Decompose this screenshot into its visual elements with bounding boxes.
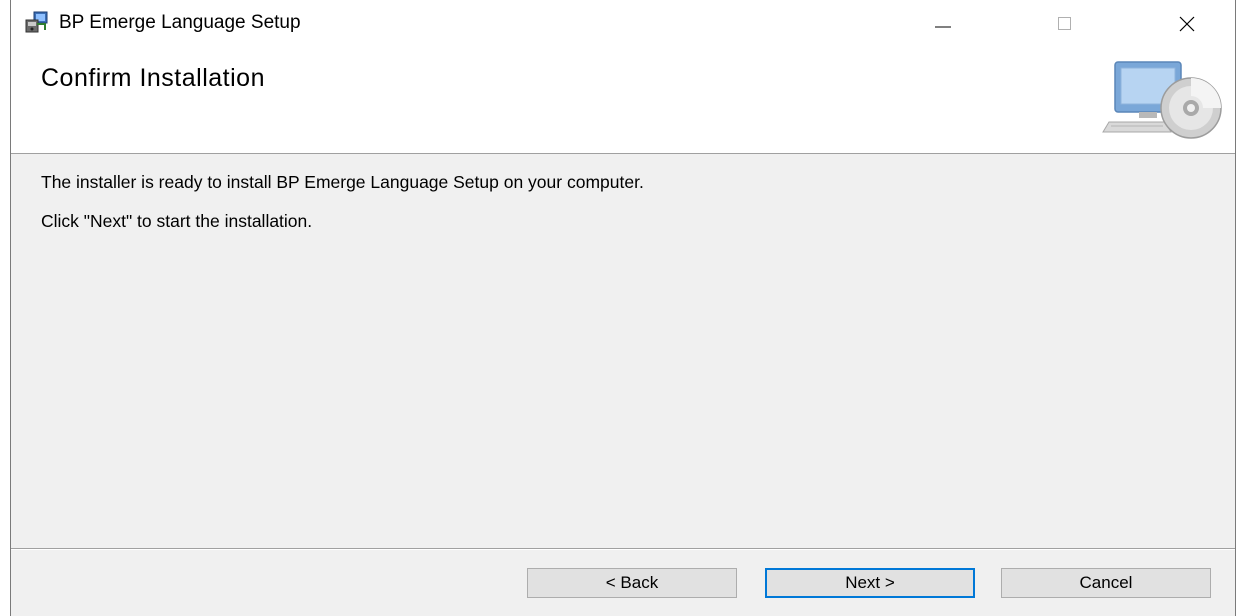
setup-window: BP Emerge Language Setup Confirm Install… [10,0,1236,616]
footer-divider [11,548,1235,550]
maximize-icon [1058,17,1071,30]
computer-cd-icon [1101,60,1225,140]
close-icon [1179,16,1195,32]
installer-app-icon [25,10,49,34]
minimize-button[interactable] [907,0,979,48]
back-button[interactable]: < Back [527,568,737,598]
page-title: Confirm Installation [41,64,265,92]
next-button[interactable]: Next > [765,568,975,598]
maximize-button[interactable] [1029,0,1101,48]
close-button[interactable] [1151,0,1223,48]
ready-message: The installer is ready to install BP Eme… [41,172,644,192]
wizard-header: Confirm Installation [11,48,1235,154]
instruction-message: Click "Next" to start the installation. [41,211,313,231]
title-bar[interactable]: BP Emerge Language Setup [11,0,1235,48]
minimize-icon [935,26,951,28]
cancel-button[interactable]: Cancel [1001,568,1211,598]
content-area: The installer is ready to install BP Eme… [41,172,644,250]
window-title: BP Emerge Language Setup [59,12,301,33]
